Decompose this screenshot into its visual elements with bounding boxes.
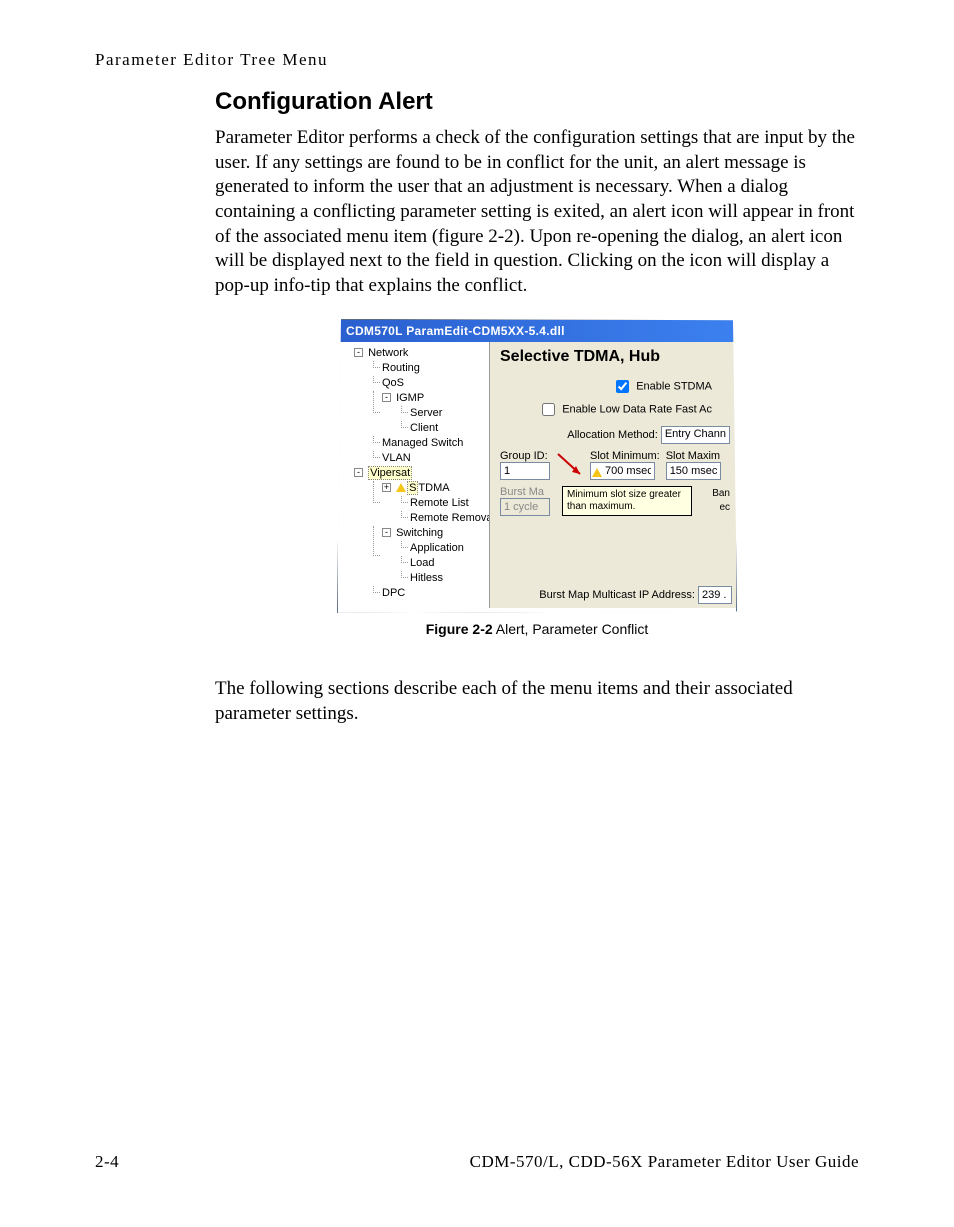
form-panel: Selective TDMA, Hub Enable STDMA Enable … [490,342,736,612]
alloc-method-label: Allocation Method: [567,429,658,441]
tree-client[interactable]: Client [396,421,487,436]
slot-min-label: Slot Minimum: [590,450,660,462]
alert-icon[interactable] [396,483,406,492]
callout-arrow-icon [556,452,584,480]
titlebar: CDM570L ParamEdit-CDM5XX-5.4.dll [338,320,736,342]
multicast-label: Burst Map Multicast IP Address: [539,589,695,601]
alert-icon[interactable] [592,468,602,477]
tree-vipersat[interactable]: - Vipersat + SSTDMATDMA Remote List Remo… [340,466,487,601]
tree-hitless[interactable]: Hitless [396,571,487,586]
page-number: 2-4 [95,1152,119,1172]
tree-remote-removal[interactable]: Remote Removal [396,511,487,526]
tree-remote-list[interactable]: Remote List [396,496,487,511]
tree-dpc[interactable]: DPC [368,586,487,601]
section-heading: Configuration Alert [215,88,859,116]
alloc-method-select[interactable]: Entry Chann [661,426,730,444]
tree-server[interactable]: Server [396,406,487,421]
torn-edge [338,608,736,614]
burst-map-label: Burst Ma [500,486,550,498]
tree-load[interactable]: Load [396,556,487,571]
doc-title-footer: CDM-570/L, CDD-56X Parameter Editor User… [470,1152,859,1172]
breadcrumb: Parameter Editor Tree Menu [95,50,859,70]
enable-low-data-checkbox[interactable] [542,403,555,416]
minus-icon[interactable]: - [354,468,363,477]
figure-2-2: CDM570L ParamEdit-CDM5XX-5.4.dll - Netwo… [215,319,859,637]
enable-low-data-label: Enable Low Data Rate Fast Ac [562,403,712,415]
minus-icon[interactable]: - [382,393,391,402]
body-paragraph-1: Parameter Editor performs a check of the… [215,126,859,299]
burst-map-input [500,498,550,516]
slot-max-label: Slot Maxim [666,450,721,462]
minus-icon[interactable]: - [354,348,363,357]
ban-fragment: Ban [712,488,730,499]
tree-vlan[interactable]: VLAN [368,451,487,466]
group-id-input[interactable] [500,462,550,480]
dialog-window: CDM570L ParamEdit-CDM5XX-5.4.dll - Netwo… [337,319,737,613]
tree-igmp[interactable]: - IGMP Server Client [368,391,487,436]
group-id-label: Group ID: [500,450,550,462]
conflict-tooltip: Minimum slot size greater than maximum. [562,486,692,516]
minus-icon[interactable]: - [382,528,391,537]
figure-caption: Figure 2-2 Alert, Parameter Conflict [215,621,859,637]
multicast-input[interactable] [698,586,732,604]
tree-routing[interactable]: Routing [368,361,487,376]
body-paragraph-2: The following sections describe each of … [215,677,859,726]
tree-panel[interactable]: - Network Routing QoS - IGMP Server Clie… [338,342,490,612]
tree-qos[interactable]: QoS [368,376,487,391]
tree-managed-switch[interactable]: Managed Switch [368,436,487,451]
enable-stdma-label: Enable STDMA [636,380,712,392]
tree-application[interactable]: Application [396,541,487,556]
tree-network[interactable]: - Network Routing QoS - IGMP Server Clie… [340,346,487,466]
plus-icon[interactable]: + [382,483,391,492]
panel-heading: Selective TDMA, Hub [500,348,732,366]
tree-switching[interactable]: - Switching Application Load Hitless [368,526,487,586]
ec-fragment: ec [719,502,730,513]
slot-max-input[interactable] [666,462,721,480]
tree-stdma[interactable]: + SSTDMATDMA Remote List Remote Removal [368,481,487,526]
enable-stdma-checkbox[interactable] [616,380,629,393]
